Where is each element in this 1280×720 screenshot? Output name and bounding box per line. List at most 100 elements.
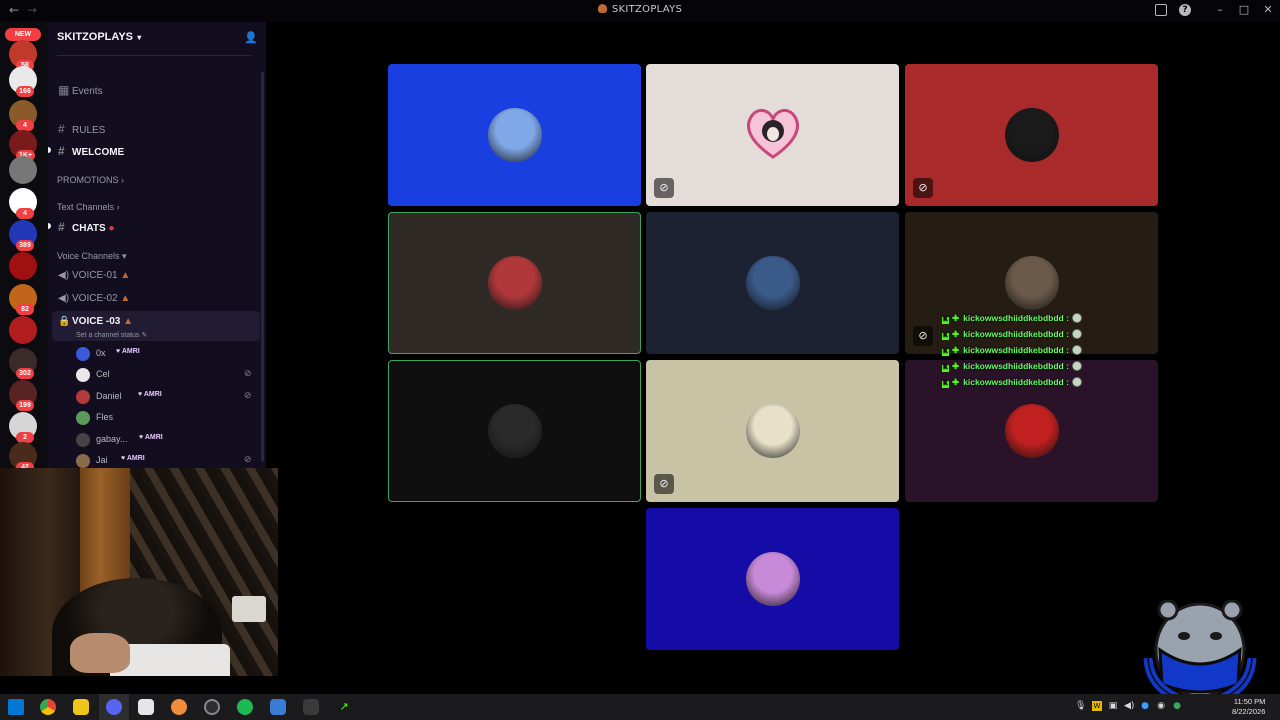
tray-app-icon[interactable]: W (1092, 701, 1102, 711)
avatar (76, 433, 90, 447)
file-explorer-icon[interactable] (73, 699, 89, 715)
inbox-icon[interactable] (1155, 4, 1167, 16)
server-badge: 4 (16, 208, 34, 219)
sidebar-scrollbar[interactable] (261, 72, 264, 462)
tray-app-icon[interactable]: ● (1140, 701, 1150, 711)
member-name: Cel (96, 369, 110, 379)
emoji-icon: ● (108, 223, 115, 234)
member-name: Jai (96, 455, 108, 465)
member-name: gabay... (96, 434, 128, 444)
microphone-icon[interactable]: 🎙 (1075, 701, 1086, 711)
obs-icon[interactable] (204, 699, 220, 715)
video-tile[interactable] (388, 64, 641, 206)
notepad-icon[interactable] (138, 699, 154, 715)
steam-icon[interactable]: ◉ (1156, 701, 1166, 711)
spotify-icon[interactable] (237, 699, 253, 715)
server-icon[interactable] (9, 316, 37, 344)
category-text-channels[interactable]: Text Channels › (57, 202, 120, 212)
unread-indicator (48, 147, 51, 153)
member-tag: ♥ AMRI (116, 348, 140, 355)
channel-welcome[interactable]: # WELCOME (58, 144, 124, 158)
help-icon[interactable]: ? (1179, 4, 1191, 16)
chat-username: kickowwsdhiiddkebdbdd : (963, 377, 1069, 387)
badge-icon: ✚ (952, 329, 960, 339)
webcam-outlet (232, 596, 266, 622)
network-icon[interactable]: ▣ (1108, 701, 1118, 711)
calendar-icon: ▦ (58, 83, 70, 97)
hash-icon: # (58, 220, 65, 234)
category-voice-channels[interactable]: Voice Channels ▾ (57, 251, 127, 262)
channel-rules[interactable]: # RULES (58, 122, 105, 136)
channel-status[interactable]: Set a channel status ✎ (76, 331, 147, 339)
emote-icon (1071, 329, 1082, 339)
discord-icon[interactable] (106, 699, 122, 715)
video-tile[interactable] (388, 360, 641, 502)
taskbar: ↗ 🎙 W ▣ ◀) ● ◉ ● 11:50 PM 8/22/2026 (0, 694, 1280, 720)
server-icon[interactable] (9, 252, 37, 280)
app-icon[interactable] (270, 699, 286, 715)
mic-muted-icon: ⊘ (244, 390, 252, 400)
video-tile[interactable]: ⊘ (905, 64, 1158, 206)
voice-channel-03[interactable]: 🔒 VOICE -03 ▲ (58, 316, 133, 327)
user-avatar (487, 256, 542, 310)
user-avatar (1004, 256, 1059, 310)
minimize-icon[interactable]: – (1214, 4, 1226, 16)
webcam-overlay (0, 468, 278, 676)
server-badge: 82 (16, 304, 34, 315)
server-header[interactable]: SKITZOPLAYS ▾ (57, 31, 141, 43)
app-icon[interactable] (303, 699, 319, 715)
video-tile[interactable] (646, 212, 899, 354)
server-badge: 389 (16, 240, 34, 251)
clock[interactable]: 11:50 PM 8/22/2026 (1232, 697, 1265, 717)
mic-muted-icon: ⊘ (244, 454, 252, 464)
app-icon[interactable]: ↗ (336, 699, 352, 715)
close-icon[interactable]: ✕ (1262, 4, 1274, 16)
member-tag: ♥ AMRI (139, 434, 163, 441)
hash-icon: # (58, 144, 65, 158)
maximize-icon[interactable]: □ (1238, 4, 1250, 16)
hash-icon: # (58, 122, 65, 136)
kick-icon: K (942, 317, 949, 324)
title-bar: ← → SKITZOPLAYS ? – □ ✕ (0, 0, 1280, 22)
mic-muted-icon: ⊘ (913, 178, 933, 198)
user-avatar (745, 256, 800, 310)
dawg-logo (1143, 599, 1257, 708)
server-icon[interactable] (9, 156, 37, 184)
chat-line: K ✚ kickowwsdhiiddkebdbdd : (942, 345, 1082, 356)
chat-username: kickowwsdhiiddkebdbdd : (963, 361, 1069, 371)
windows-start-icon[interactable] (8, 699, 24, 715)
server-badge: 166 (16, 86, 34, 97)
server-badge: 199 (16, 400, 34, 411)
tray-app-icon[interactable]: ● (1172, 701, 1182, 711)
server-icon (597, 4, 607, 13)
chat-line: K ✚ kickowwsdhiiddkebdbdd : (942, 377, 1082, 388)
events-item[interactable]: ▦ Events (58, 83, 103, 97)
video-tile[interactable]: ⊘ (646, 360, 899, 502)
unread-indicator (48, 223, 51, 229)
mic-muted-icon: ⊘ (654, 178, 674, 198)
category-promotions[interactable]: PROMOTIONS › (57, 175, 124, 185)
speaker-icon: ◀) (58, 293, 70, 304)
avatar (76, 454, 90, 468)
emote-icon (1071, 377, 1082, 387)
user-avatar (1004, 108, 1059, 162)
boost-bar (57, 50, 252, 56)
voice-channel-02[interactable]: ◀) VOICE-02 ▲ (58, 293, 130, 304)
chrome-icon[interactable] (40, 699, 56, 715)
video-tile[interactable]: ⊘ (646, 64, 899, 206)
video-tile[interactable] (646, 508, 899, 650)
voice-channel-01[interactable]: ◀) VOICE-01 ▲ (58, 270, 130, 281)
speaker-icon: ◀) (58, 270, 70, 281)
volume-icon[interactable]: ◀) (1124, 701, 1134, 711)
video-tile[interactable] (388, 212, 641, 354)
invite-people-icon[interactable]: 👤 (244, 31, 258, 45)
heart-avatar-icon (746, 109, 799, 159)
chat-username: kickowwsdhiiddkebdbdd : (963, 329, 1069, 339)
app-icon[interactable] (171, 699, 187, 715)
badge-icon: ✚ (952, 377, 960, 387)
member-name: Fles (96, 412, 114, 422)
mic-muted-icon: ⊘ (654, 474, 674, 494)
channel-chats[interactable]: # CHATS ● (58, 220, 115, 234)
emote-icon (1071, 345, 1082, 355)
server-badge: 302 (16, 368, 34, 379)
